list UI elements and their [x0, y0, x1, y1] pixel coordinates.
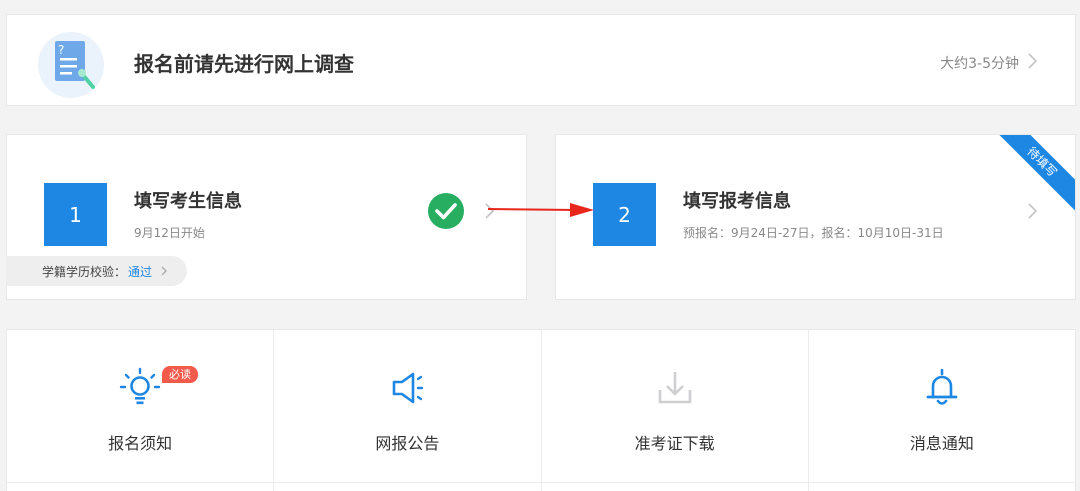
- survey-title: 报名前请先进行网上调查: [134, 52, 354, 76]
- shortcut-label: 报名须知: [108, 434, 173, 453]
- download-icon: [658, 372, 691, 404]
- step-number: 2: [593, 183, 656, 246]
- bell-icon: [926, 368, 958, 405]
- step-subtitle: 9月12日开始: [134, 226, 205, 240]
- svg-text:?: ?: [58, 43, 64, 57]
- shortcut-online-announcement[interactable]: 网报公告: [274, 330, 542, 491]
- annotation-arrow-icon: [487, 203, 594, 217]
- verification-value: 通过: [128, 264, 153, 279]
- verification-status-pill[interactable]: 学籍学历校验： 通过: [6, 256, 187, 286]
- step-subtitle: 预报名：9月24日-27日，报名：10月10日-31日: [683, 226, 944, 240]
- step-number: 1: [44, 183, 107, 246]
- must-read-badge: 必读: [162, 366, 198, 383]
- chevron-right-icon: [1028, 53, 1038, 69]
- lightbulb-icon: [119, 367, 161, 405]
- step-card-2[interactable]: 2 填写报考信息 预报名：9月24日-27日，报名：10月10日-31日 待填写: [555, 134, 1076, 300]
- chevron-right-icon: [161, 266, 167, 276]
- step-title: 填写考生信息: [134, 191, 242, 212]
- grid-divider: [6, 482, 1076, 483]
- step-card-1[interactable]: 1 填写考生信息 9月12日开始 学籍学历校验： 通过: [6, 134, 527, 300]
- shortcut-label: 消息通知: [909, 434, 974, 453]
- shortcut-message-notifications[interactable]: 消息通知: [809, 330, 1075, 491]
- survey-duration: 大约3-5分钟: [940, 56, 1019, 72]
- chevron-right-icon: [1028, 203, 1038, 219]
- shortcut-admission-ticket-download[interactable]: 准考证下载: [542, 330, 809, 491]
- verification-label: 学籍学历校验：: [42, 264, 127, 279]
- survey-document-icon: ?: [38, 32, 104, 98]
- shortcut-label: 网报公告: [375, 434, 440, 453]
- shortcut-grid: 必读 报名须知 网报公告 准考证下载 消息通知: [6, 329, 1076, 491]
- survey-banner[interactable]: ? 报名前请先进行网上调查 大约3-5分钟: [6, 14, 1076, 106]
- shortcut-registration-notice[interactable]: 必读 报名须知: [7, 330, 275, 491]
- megaphone-icon: [393, 372, 424, 404]
- step-title: 填写报考信息: [683, 191, 791, 212]
- check-circle-icon: [428, 193, 464, 229]
- shortcut-label: 准考证下载: [634, 434, 715, 453]
